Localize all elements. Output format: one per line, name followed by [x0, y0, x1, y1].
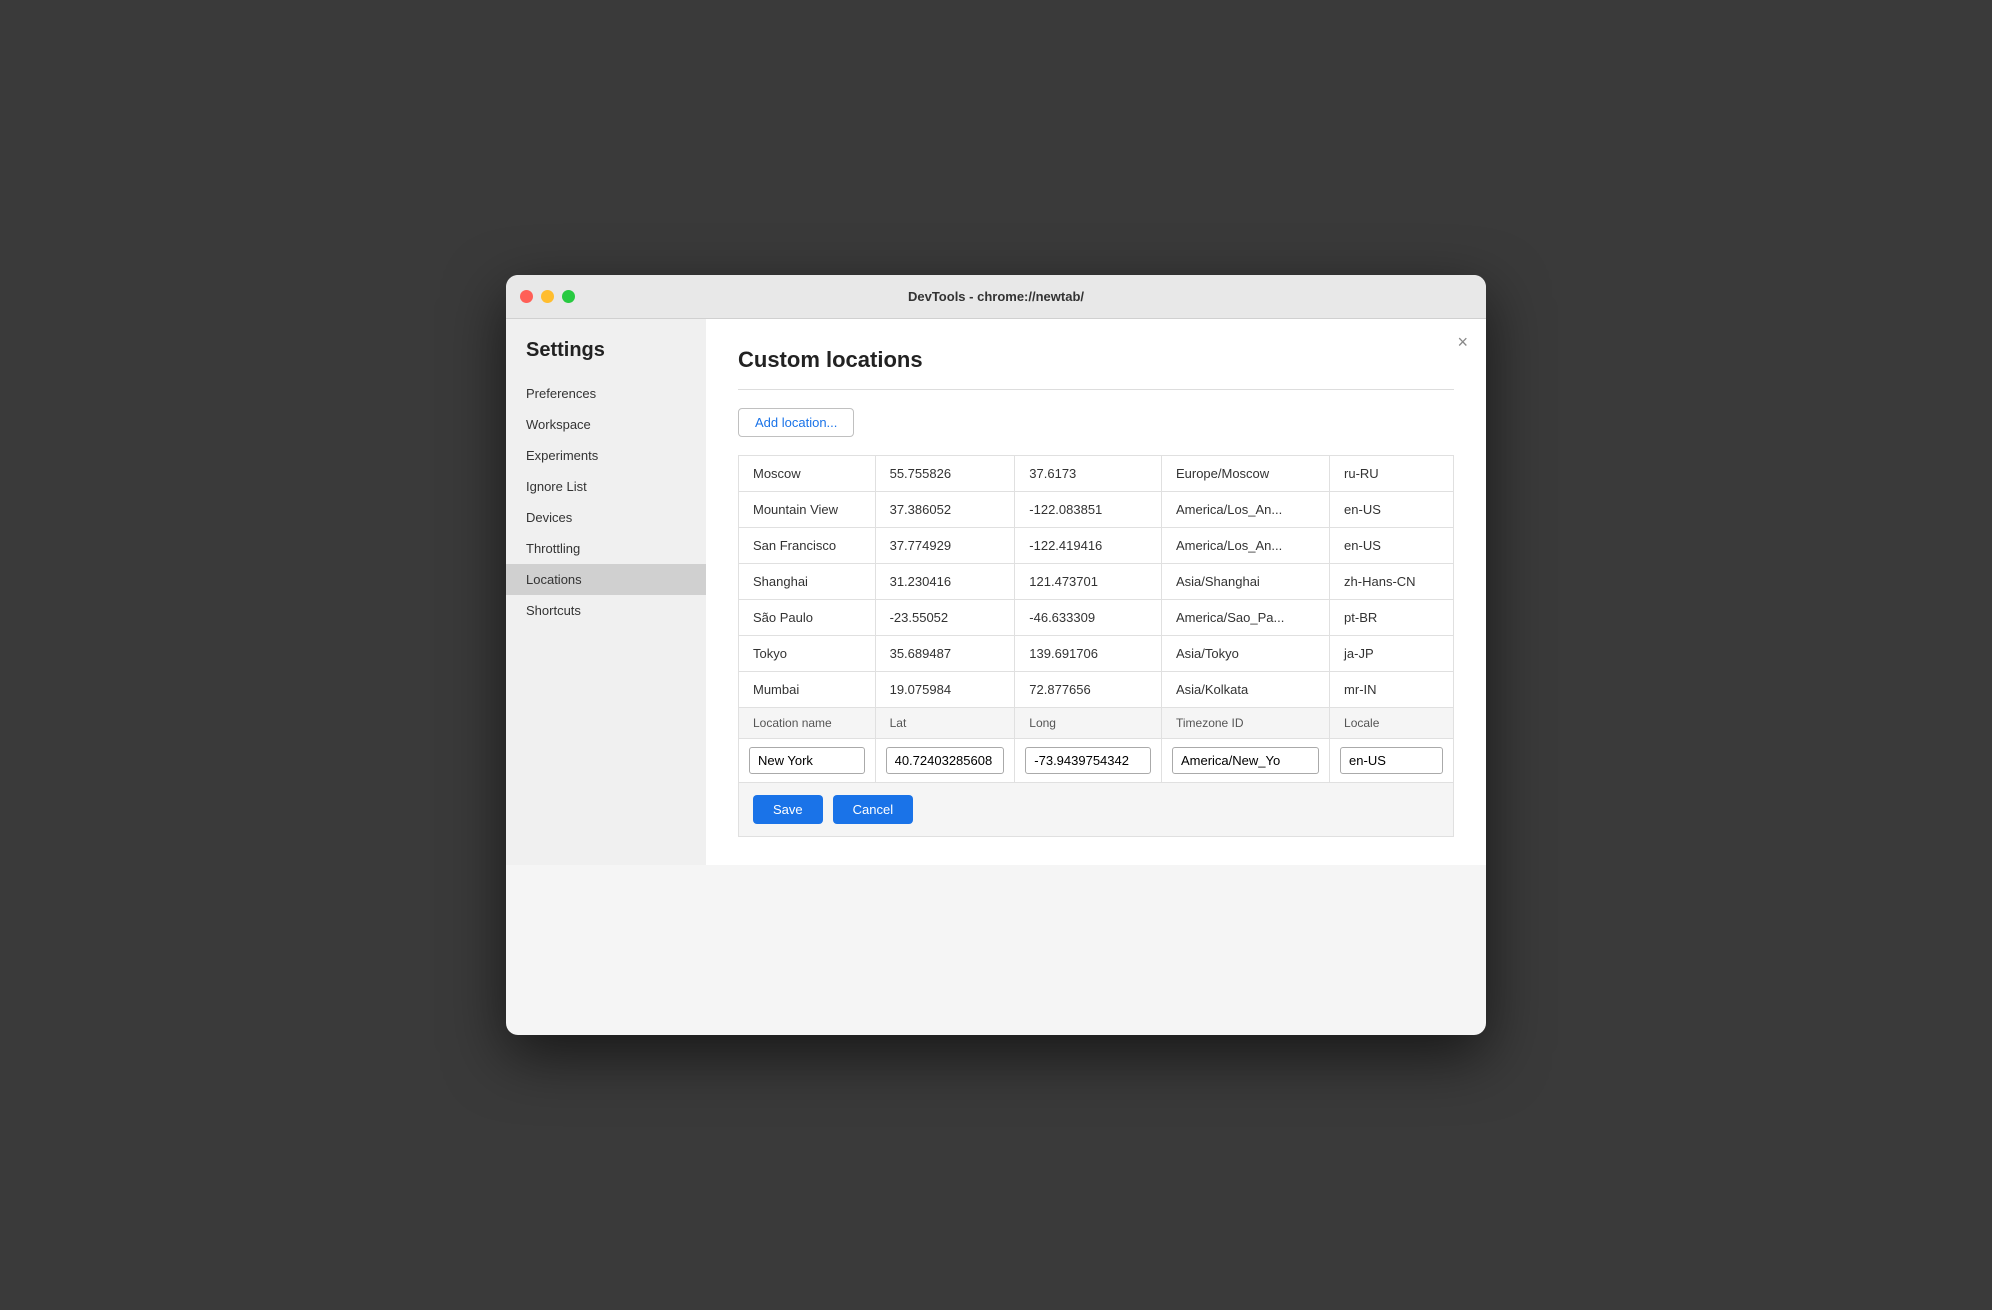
new-row-header: Location nameLatLongTimezone IDLocale: [739, 708, 1454, 739]
sidebar-item-ignore-list[interactable]: Ignore List: [506, 471, 706, 502]
input-name[interactable]: [749, 747, 865, 774]
cell-lat: 31.230416: [875, 564, 1015, 600]
table-row: San Francisco37.774929-122.419416America…: [739, 528, 1454, 564]
input-cell-long: [1015, 739, 1162, 783]
cell-timezone: Europe/Moscow: [1161, 456, 1329, 492]
table-row: Shanghai31.230416121.473701Asia/Shanghai…: [739, 564, 1454, 600]
cell-timezone: Asia/Shanghai: [1161, 564, 1329, 600]
cancel-button[interactable]: Cancel: [833, 795, 913, 824]
cell-long: -122.419416: [1015, 528, 1162, 564]
add-location-button[interactable]: Add location...: [738, 408, 854, 437]
table-row: São Paulo-23.55052-46.633309America/Sao_…: [739, 600, 1454, 636]
cell-long: 121.473701: [1015, 564, 1162, 600]
sidebar-item-preferences[interactable]: Preferences: [506, 378, 706, 409]
cell-name: Mountain View: [739, 492, 876, 528]
input-timezone[interactable]: [1172, 747, 1319, 774]
close-button[interactable]: ×: [1457, 333, 1468, 351]
table-row: Mountain View37.386052-122.083851America…: [739, 492, 1454, 528]
cell-locale: ru-RU: [1330, 456, 1454, 492]
cell-timezone: Asia/Tokyo: [1161, 636, 1329, 672]
cell-lat: 37.774929: [875, 528, 1015, 564]
title-divider: [738, 389, 1454, 390]
cell-lat: -23.55052: [875, 600, 1015, 636]
cell-timezone: Asia/Kolkata: [1161, 672, 1329, 708]
header-timezone: Timezone ID: [1161, 708, 1329, 739]
locations-table: Moscow55.75582637.6173Europe/Moscowru-RU…: [738, 455, 1454, 837]
input-cell-lat: [875, 739, 1015, 783]
cell-name: Tokyo: [739, 636, 876, 672]
traffic-lights: [520, 290, 575, 303]
cell-timezone: America/Los_An...: [1161, 492, 1329, 528]
cell-name: São Paulo: [739, 600, 876, 636]
cell-long: 139.691706: [1015, 636, 1162, 672]
header-locale: Locale: [1330, 708, 1454, 739]
sidebar-item-locations[interactable]: Locations: [506, 564, 706, 595]
maximize-traffic-light[interactable]: [562, 290, 575, 303]
content-area: Settings Preferences Workspace Experimen…: [506, 319, 1486, 865]
header-long: Long: [1015, 708, 1162, 739]
sidebar-item-devices[interactable]: Devices: [506, 502, 706, 533]
sidebar-item-shortcuts[interactable]: Shortcuts: [506, 595, 706, 626]
cell-lat: 19.075984: [875, 672, 1015, 708]
cell-long: -46.633309: [1015, 600, 1162, 636]
window-title: DevTools - chrome://newtab/: [908, 289, 1084, 304]
input-cell-locale: [1330, 739, 1454, 783]
page-title: Custom locations: [738, 347, 1454, 373]
sidebar-item-workspace[interactable]: Workspace: [506, 409, 706, 440]
main-content: × Custom locations Add location... Mosco…: [706, 319, 1486, 865]
cell-locale: en-US: [1330, 528, 1454, 564]
header-name: Location name: [739, 708, 876, 739]
actions-cell: Save Cancel: [739, 783, 1454, 837]
cell-locale: en-US: [1330, 492, 1454, 528]
settings-heading: Settings: [506, 339, 706, 378]
cell-lat: 35.689487: [875, 636, 1015, 672]
cell-lat: 55.755826: [875, 456, 1015, 492]
header-lat: Lat: [875, 708, 1015, 739]
cell-name: San Francisco: [739, 528, 876, 564]
input-cell-name: [739, 739, 876, 783]
cell-locale: ja-JP: [1330, 636, 1454, 672]
cell-timezone: America/Sao_Pa...: [1161, 600, 1329, 636]
cell-locale: mr-IN: [1330, 672, 1454, 708]
input-locale[interactable]: [1340, 747, 1443, 774]
sidebar-item-experiments[interactable]: Experiments: [506, 440, 706, 471]
sidebar-item-throttling[interactable]: Throttling: [506, 533, 706, 564]
cell-name: Shanghai: [739, 564, 876, 600]
new-row-inputs: [739, 739, 1454, 783]
close-traffic-light[interactable]: [520, 290, 533, 303]
save-button[interactable]: Save: [753, 795, 823, 824]
cell-timezone: America/Los_An...: [1161, 528, 1329, 564]
cell-name: Moscow: [739, 456, 876, 492]
app-window: DevTools - chrome://newtab/ Settings Pre…: [506, 275, 1486, 1035]
table-row: Mumbai19.07598472.877656Asia/Kolkatamr-I…: [739, 672, 1454, 708]
cell-lat: 37.386052: [875, 492, 1015, 528]
input-long[interactable]: [1025, 747, 1151, 774]
cell-long: 72.877656: [1015, 672, 1162, 708]
table-row: Tokyo35.689487139.691706Asia/Tokyoja-JP: [739, 636, 1454, 672]
sidebar: Settings Preferences Workspace Experimen…: [506, 319, 706, 865]
input-lat[interactable]: [886, 747, 1005, 774]
cell-long: -122.083851: [1015, 492, 1162, 528]
table-row: Moscow55.75582637.6173Europe/Moscowru-RU: [739, 456, 1454, 492]
actions-row: Save Cancel: [739, 783, 1454, 837]
input-cell-timezone: [1161, 739, 1329, 783]
cell-name: Mumbai: [739, 672, 876, 708]
cell-locale: zh-Hans-CN: [1330, 564, 1454, 600]
minimize-traffic-light[interactable]: [541, 290, 554, 303]
cell-long: 37.6173: [1015, 456, 1162, 492]
cell-locale: pt-BR: [1330, 600, 1454, 636]
titlebar: DevTools - chrome://newtab/: [506, 275, 1486, 319]
